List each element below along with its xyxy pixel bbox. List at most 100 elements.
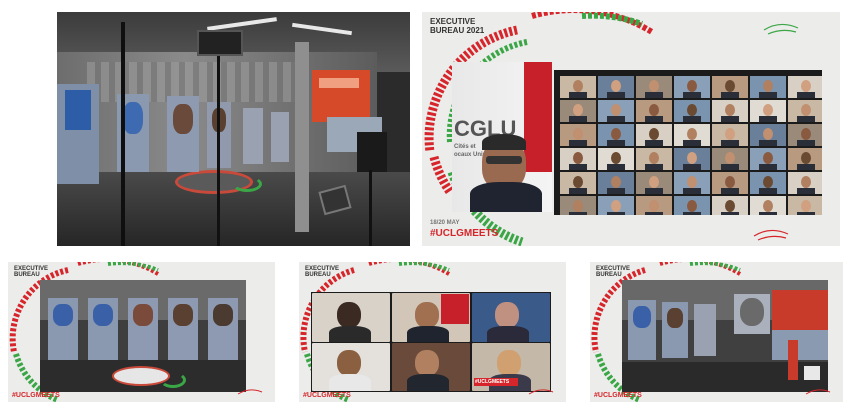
participant-body	[797, 92, 815, 98]
studio-photo	[57, 12, 410, 246]
participant-body	[683, 212, 701, 215]
executive-bureau-portraits-slide: EXECUTIVE BUREAU #UCLGMEETS	[8, 262, 275, 402]
event-date: 18/20 MAY	[430, 220, 460, 226]
hashtag-overlay: #UCLGMEETS	[475, 379, 510, 385]
participant-body	[645, 188, 663, 194]
participant-body	[645, 212, 663, 215]
participant-body	[683, 140, 701, 146]
participant-body	[607, 116, 625, 122]
participant-face	[611, 200, 621, 212]
participant-face	[687, 152, 697, 164]
participant-face	[649, 176, 659, 188]
participant-face	[611, 176, 621, 188]
participant-face	[573, 128, 583, 140]
participant-face	[649, 128, 659, 140]
participant-face	[725, 152, 735, 164]
participant-face	[573, 104, 583, 116]
cglu-logo-sub1: Cités et	[454, 144, 476, 150]
participant-face	[573, 80, 583, 92]
participant-face	[801, 104, 811, 116]
speaker-grid: #UCLGMEETS	[311, 292, 551, 392]
participant-body	[721, 140, 739, 146]
studio-wide-video	[622, 280, 828, 392]
participant-face	[573, 152, 583, 164]
participant-body	[797, 116, 815, 122]
participant-face	[801, 176, 811, 188]
participant-body	[607, 164, 625, 170]
signature-curve-top	[763, 23, 799, 35]
participant-body	[721, 164, 739, 170]
participant-body	[569, 164, 587, 170]
participant-body	[645, 164, 663, 170]
participant-body	[797, 212, 815, 215]
signature-curve	[528, 389, 554, 395]
participant-body	[569, 140, 587, 146]
participant-face	[801, 152, 811, 164]
participant-body	[569, 188, 587, 194]
participant-body	[607, 140, 625, 146]
participant-face	[687, 200, 697, 212]
participant-body	[721, 116, 739, 122]
participant-face	[763, 176, 773, 188]
participant-body	[607, 212, 625, 215]
participant-face	[763, 128, 773, 140]
executive-bureau-studio-slide: EXECUTIVE BUREAU #UCLGMEETS	[590, 262, 843, 402]
participant-face	[573, 176, 583, 188]
participant-body	[683, 116, 701, 122]
participant-face	[649, 152, 659, 164]
participant-body	[607, 92, 625, 98]
participant-face	[649, 104, 659, 116]
participant-face	[687, 104, 697, 116]
participant-face	[763, 80, 773, 92]
studio-video	[40, 280, 246, 392]
participant-body	[645, 116, 663, 122]
participant-face	[763, 152, 773, 164]
participant-body	[759, 92, 777, 98]
hashtag: #UCLGMEETS	[12, 392, 60, 399]
participant-body	[683, 188, 701, 194]
participant-body	[569, 116, 587, 122]
speaker-video: CGLU Cités et ocaux Unis	[452, 62, 552, 212]
participant-face	[687, 176, 697, 188]
participant-face	[801, 200, 811, 212]
participant-body	[721, 212, 739, 215]
participant-body	[759, 212, 777, 215]
participant-face	[611, 104, 621, 116]
participant-face	[763, 104, 773, 116]
executive-bureau-speakers-slide: EXECUTIVE BUREAU #UCLGMEETS #UCLGMEETS	[299, 262, 566, 402]
participant-face	[611, 80, 621, 92]
participant-face	[649, 80, 659, 92]
participant-body	[569, 92, 587, 98]
participant-body	[797, 188, 815, 194]
participant-body	[797, 164, 815, 170]
participant-face	[763, 200, 773, 212]
participant-face	[725, 176, 735, 188]
participant-body	[569, 212, 587, 215]
participant-body	[721, 92, 739, 98]
participant-body	[645, 140, 663, 146]
participant-body	[797, 140, 815, 146]
participant-grid	[560, 76, 822, 215]
participant-body	[683, 164, 701, 170]
participant-face	[801, 128, 811, 140]
signature-curve	[805, 389, 831, 395]
participant-face	[573, 200, 583, 212]
participant-face	[611, 128, 621, 140]
participant-face	[725, 80, 735, 92]
participant-face	[725, 104, 735, 116]
participant-face	[649, 200, 659, 212]
participant-body	[607, 188, 625, 194]
hashtag: #UCLGMEETS	[594, 392, 642, 399]
hashtag: #UCLGMEETS	[430, 228, 499, 239]
participant-face	[687, 80, 697, 92]
participant-body	[759, 164, 777, 170]
participant-face	[801, 80, 811, 92]
signature-curve	[237, 389, 263, 395]
participant-face	[611, 152, 621, 164]
participant-body	[759, 188, 777, 194]
participant-body	[683, 92, 701, 98]
participant-face	[725, 200, 735, 212]
participant-face	[687, 128, 697, 140]
participant-face	[725, 128, 735, 140]
hashtag: #UCLGMEETS	[303, 392, 351, 399]
